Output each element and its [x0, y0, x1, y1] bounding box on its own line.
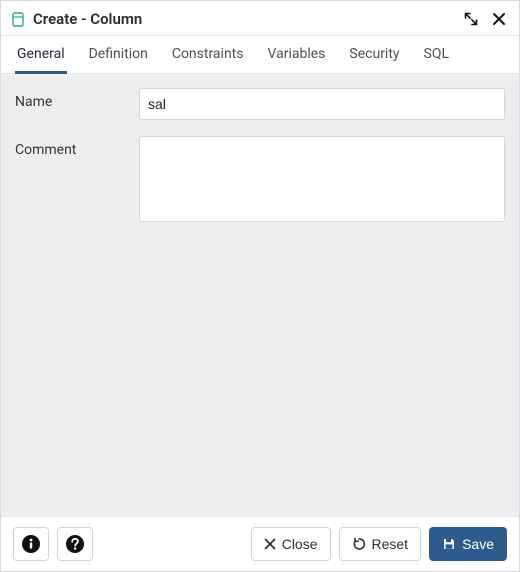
- tab-panel-general: Name Comment: [1, 74, 519, 516]
- tab-bar: General Definition Constraints Variables…: [1, 36, 519, 74]
- save-button[interactable]: Save: [429, 527, 507, 561]
- column-icon: [11, 11, 25, 27]
- row-comment: Comment: [15, 136, 505, 226]
- help-button[interactable]: [57, 527, 93, 561]
- control-name: [139, 88, 505, 120]
- control-comment: [139, 136, 505, 226]
- tab-variables[interactable]: Variables: [266, 36, 328, 74]
- row-name: Name: [15, 88, 505, 120]
- dialog-create-column: Create - Column General Definition Const…: [0, 0, 520, 572]
- save-icon: [442, 537, 456, 551]
- label-name: Name: [15, 88, 125, 110]
- reset-button-label: Reset: [372, 536, 409, 552]
- tab-constraints[interactable]: Constraints: [170, 36, 246, 74]
- name-input[interactable]: [139, 88, 505, 120]
- close-button-label: Close: [282, 536, 318, 552]
- info-button[interactable]: [13, 527, 49, 561]
- maximize-button[interactable]: [461, 9, 481, 29]
- reset-button[interactable]: Reset: [339, 527, 422, 561]
- dialog-title: Create - Column: [33, 10, 142, 28]
- comment-input[interactable]: [139, 136, 505, 222]
- tab-sql[interactable]: SQL: [422, 36, 451, 74]
- save-button-label: Save: [462, 536, 494, 552]
- close-dialog-button[interactable]: [489, 9, 509, 29]
- x-icon: [264, 538, 276, 550]
- titlebar: Create - Column: [1, 1, 519, 36]
- dialog-footer: Close Reset Save: [1, 516, 519, 571]
- tab-general[interactable]: General: [15, 36, 67, 74]
- tab-definition[interactable]: Definition: [87, 36, 150, 74]
- info-icon: [21, 534, 41, 554]
- close-button[interactable]: Close: [251, 527, 331, 561]
- label-comment: Comment: [15, 136, 125, 158]
- tab-security[interactable]: Security: [347, 36, 401, 74]
- help-icon: [65, 534, 85, 554]
- reset-icon: [352, 537, 366, 551]
- expand-icon: [464, 12, 478, 26]
- close-icon: [492, 12, 506, 26]
